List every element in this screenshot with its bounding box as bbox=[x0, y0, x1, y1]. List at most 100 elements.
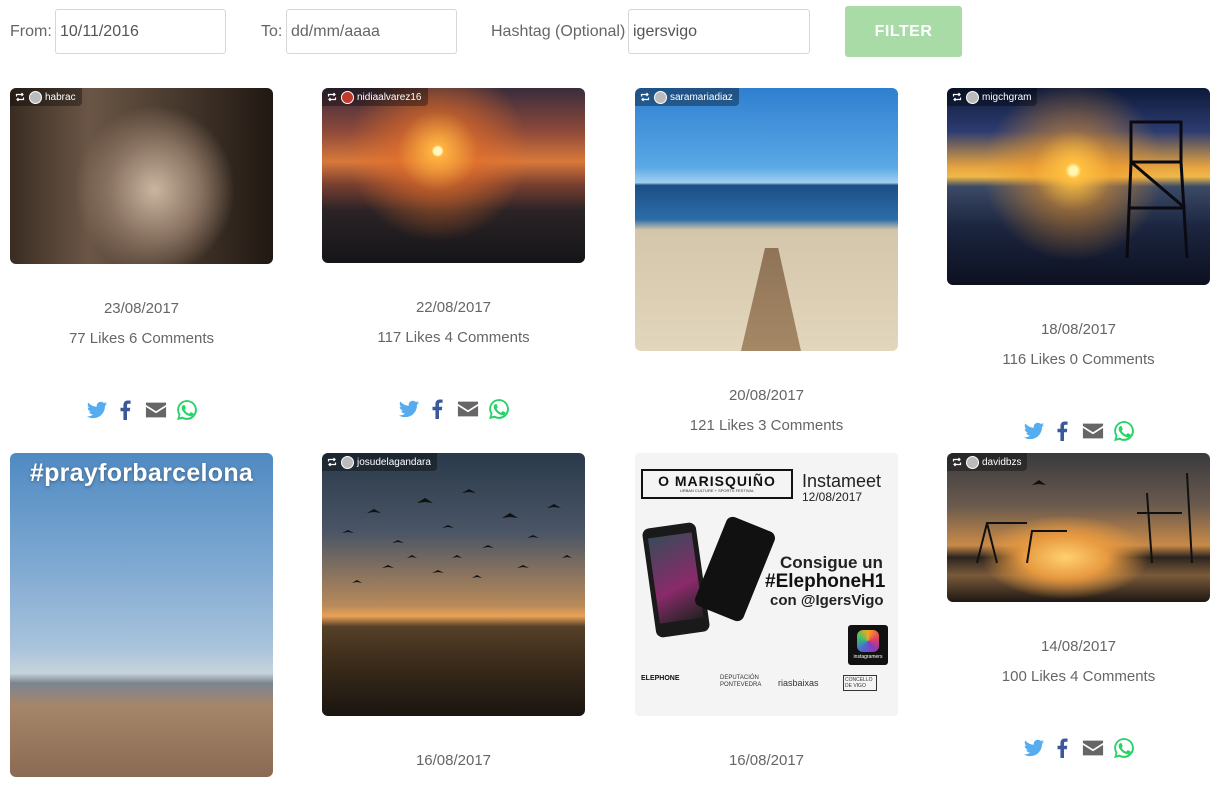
brand-subtitle: URBAN CULTURE + SPORTS FESTIVAL bbox=[679, 488, 755, 493]
email-icon[interactable] bbox=[1081, 420, 1105, 447]
to-date-input[interactable] bbox=[286, 9, 457, 54]
post-card: habrac 23/08/2017 77 Likes 6 Comments bbox=[10, 88, 273, 424]
whatsapp-icon[interactable] bbox=[1113, 737, 1135, 764]
overlay-text: #prayforbarcelona bbox=[29, 459, 254, 487]
avatar bbox=[966, 90, 979, 104]
facebook-icon[interactable] bbox=[1053, 420, 1073, 447]
avatar bbox=[29, 90, 42, 104]
from-date-input[interactable] bbox=[55, 9, 226, 54]
post-photo[interactable]: habrac bbox=[10, 88, 273, 264]
twitter-icon[interactable] bbox=[398, 398, 420, 425]
username: davidbzs bbox=[982, 456, 1022, 468]
post-card: migchgram 18/08/2017 116 Likes 0 Comment… bbox=[947, 88, 1210, 445]
avatar bbox=[966, 455, 979, 469]
repost-icon bbox=[326, 91, 338, 103]
post-stats: 121 Likes 3 Comments bbox=[689, 417, 844, 434]
instagramers-badge: instagramers bbox=[848, 625, 888, 665]
poster-line-2: #ElephoneH1 bbox=[765, 571, 886, 592]
post-date: 16/08/2017 bbox=[728, 752, 805, 769]
post-photo[interactable]: davidbzs bbox=[947, 453, 1210, 602]
post-photo[interactable]: nidiaalvarez16 bbox=[322, 88, 585, 263]
post-date: 20/08/2017 bbox=[728, 387, 805, 404]
boardwalk bbox=[741, 248, 801, 351]
username: migchgram bbox=[982, 91, 1032, 103]
share-buttons bbox=[322, 399, 585, 423]
sponsor-deputacion: DEPUTACIÓN PONTEVEDRA bbox=[720, 675, 762, 688]
user-tag[interactable]: davidbzs bbox=[947, 453, 1028, 471]
post-photo[interactable]: O MARISQUIÑO URBAN CULTURE + SPORTS FEST… bbox=[635, 453, 898, 716]
twitter-icon[interactable] bbox=[86, 399, 108, 426]
lifeguard-tower bbox=[1125, 120, 1189, 258]
event-date: 12/08/2017 bbox=[802, 490, 863, 504]
post-card: #prayforbarcelona bbox=[10, 453, 273, 777]
post-stats: 117 Likes 4 Comments bbox=[377, 329, 530, 346]
post-card: davidbzs 14/08/2017 100 Likes 4 Comments bbox=[947, 453, 1210, 762]
post-card: nidiaalvarez16 22/08/2017 117 Likes 4 Co… bbox=[322, 88, 585, 423]
username: saramariadiaz bbox=[670, 91, 733, 103]
username: habrac bbox=[45, 91, 76, 103]
brand-logo: O MARISQUIÑO URBAN CULTURE + SPORTS FEST… bbox=[641, 469, 793, 499]
avatar bbox=[654, 90, 667, 104]
post-card: saramariadiaz 20/08/2017 121 Likes 3 Com… bbox=[635, 88, 898, 439]
post-date: 22/08/2017 bbox=[415, 299, 492, 316]
avatar bbox=[341, 455, 354, 469]
share-buttons bbox=[947, 421, 1210, 445]
post-stats: 100 Likes 4 Comments bbox=[1001, 668, 1156, 685]
user-tag[interactable]: nidiaalvarez16 bbox=[322, 88, 428, 106]
from-label: From: bbox=[10, 23, 52, 40]
share-buttons bbox=[10, 400, 273, 424]
post-date: 14/08/2017 bbox=[1040, 638, 1117, 655]
username: josudelagandara bbox=[357, 456, 431, 468]
repost-icon bbox=[639, 91, 651, 103]
repost-icon bbox=[951, 91, 963, 103]
post-photo[interactable]: saramariadiaz bbox=[635, 88, 898, 351]
sponsor-riasbaixas: riasbaixas bbox=[778, 678, 819, 688]
email-icon[interactable] bbox=[1081, 737, 1105, 764]
share-buttons bbox=[947, 738, 1210, 762]
post-photo[interactable]: migchgram bbox=[947, 88, 1210, 285]
birds-flock bbox=[342, 489, 572, 583]
post-photo[interactable]: #prayforbarcelona bbox=[10, 453, 273, 777]
event-title: Instameet bbox=[802, 471, 882, 491]
filter-button[interactable]: FILTER bbox=[845, 6, 962, 57]
repost-icon bbox=[951, 456, 963, 468]
instagramers-icon bbox=[857, 630, 879, 652]
facebook-icon[interactable] bbox=[116, 399, 136, 426]
post-date: 16/08/2017 bbox=[415, 752, 492, 769]
hashtag-input[interactable] bbox=[628, 9, 810, 54]
post-stats: 116 Likes 0 Comments bbox=[1002, 351, 1155, 368]
user-tag[interactable]: habrac bbox=[10, 88, 82, 106]
badge-label: instagramers bbox=[853, 654, 883, 660]
twitter-icon[interactable] bbox=[1023, 420, 1045, 447]
email-icon[interactable] bbox=[456, 398, 480, 425]
sponsor-elephone: ELEPHONE bbox=[641, 675, 680, 682]
repost-icon bbox=[326, 456, 338, 468]
poster-line-3: con @IgersVigo bbox=[770, 592, 884, 609]
facebook-icon[interactable] bbox=[428, 398, 448, 425]
filter-bar: From: To: Hashtag (Optional) FILTER bbox=[0, 0, 1229, 70]
to-label: To: bbox=[261, 23, 283, 40]
user-tag[interactable]: saramariadiaz bbox=[635, 88, 739, 106]
post-date: 23/08/2017 bbox=[103, 300, 180, 317]
user-tag[interactable]: migchgram bbox=[947, 88, 1038, 106]
avatar bbox=[341, 90, 354, 104]
email-icon[interactable] bbox=[144, 399, 168, 426]
post-card: O MARISQUIÑO URBAN CULTURE + SPORTS FEST… bbox=[635, 453, 898, 774]
twitter-icon[interactable] bbox=[1023, 737, 1045, 764]
post-stats: 77 Likes 6 Comments bbox=[68, 330, 215, 347]
phone-illustration bbox=[692, 514, 778, 624]
post-photo[interactable]: josudelagandara bbox=[322, 453, 585, 716]
post-date: 18/08/2017 bbox=[1040, 321, 1117, 338]
whatsapp-icon[interactable] bbox=[488, 398, 510, 425]
hashtag-label: Hashtag (Optional) bbox=[491, 23, 626, 40]
phone-illustration bbox=[641, 521, 711, 639]
whatsapp-icon[interactable] bbox=[176, 399, 198, 426]
facebook-icon[interactable] bbox=[1053, 737, 1073, 764]
user-tag[interactable]: josudelagandara bbox=[322, 453, 437, 471]
port-cranes bbox=[976, 472, 1193, 564]
sponsor-concello: CONCELLO DE VIGO bbox=[843, 675, 877, 691]
whatsapp-icon[interactable] bbox=[1113, 420, 1135, 447]
username: nidiaalvarez16 bbox=[357, 91, 422, 103]
post-card: josudelagandara 16/08/2017 bbox=[322, 453, 585, 774]
brand-name: O MARISQUIÑO bbox=[658, 473, 776, 489]
